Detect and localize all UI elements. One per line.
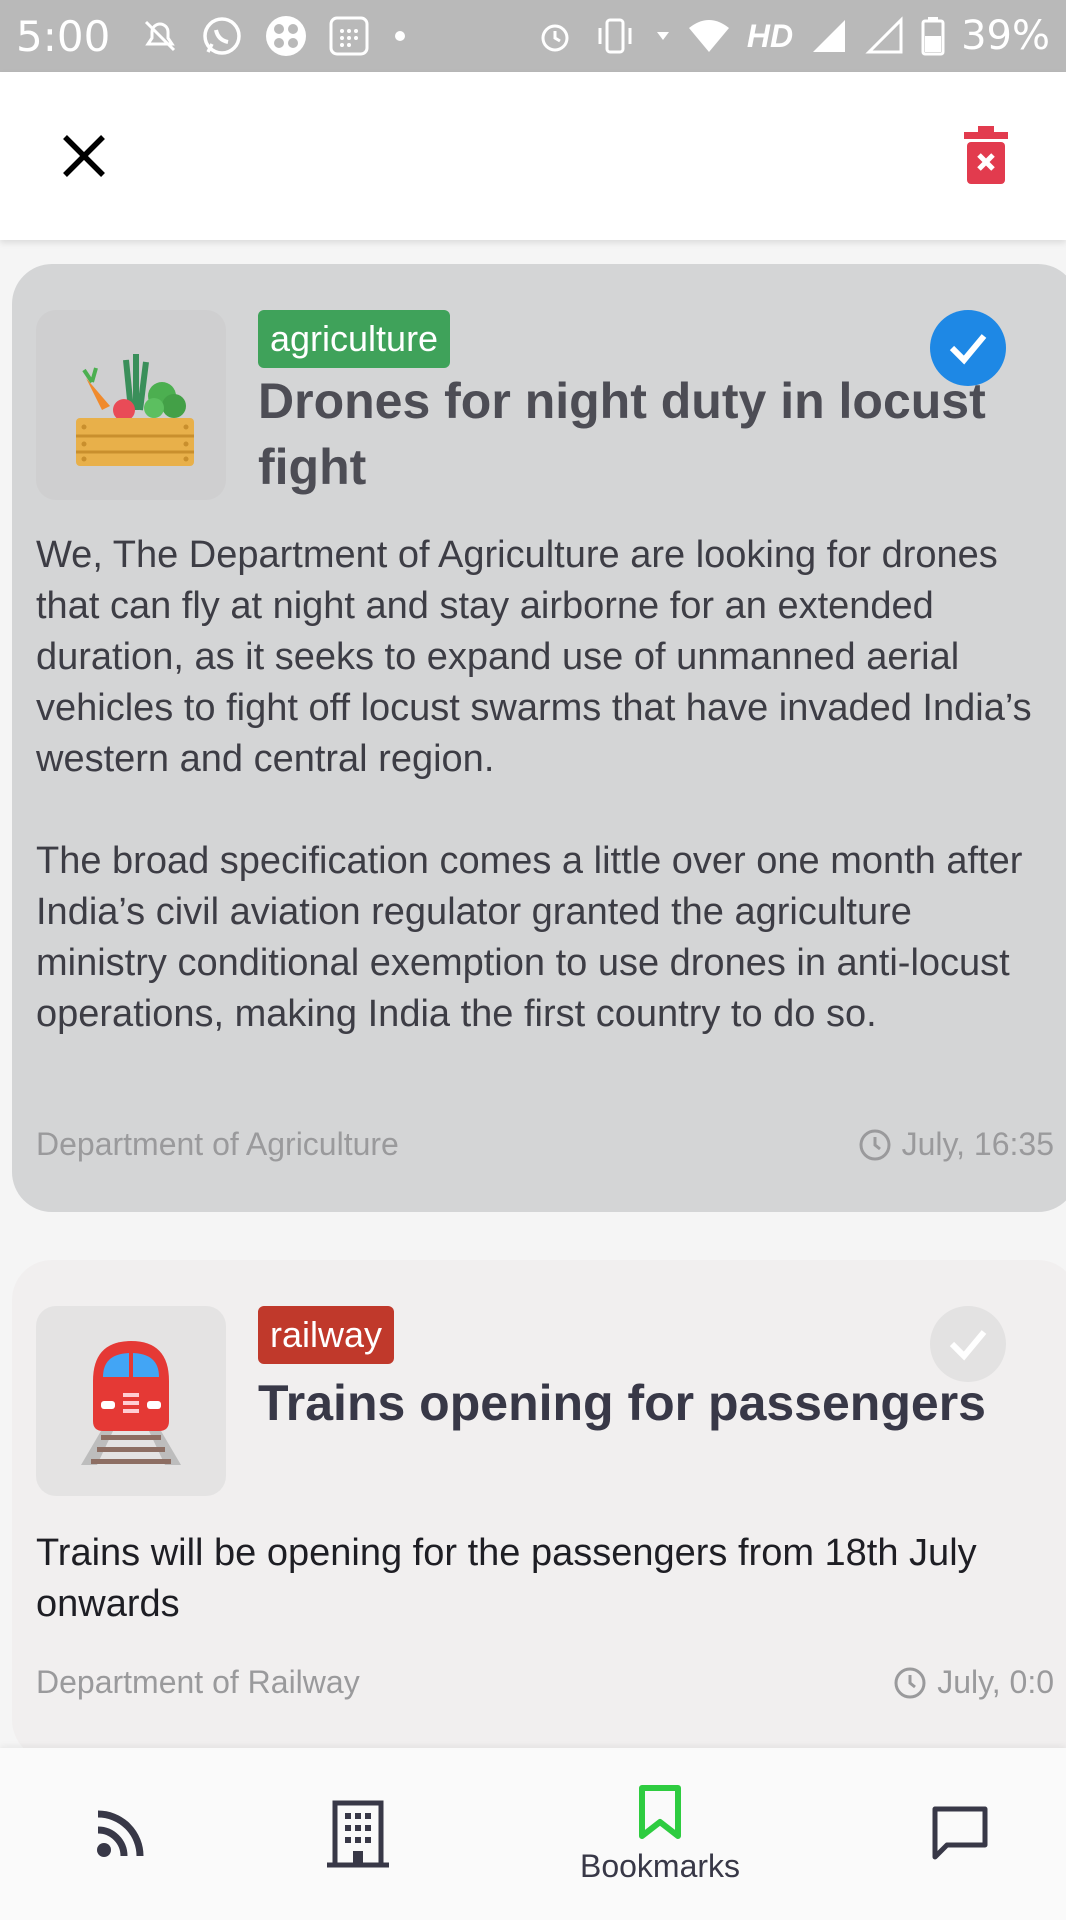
whatsapp-icon (203, 17, 242, 55)
card-thumbnail (36, 310, 226, 500)
card-body: We, The Department of Agriculture are lo… (36, 530, 1046, 1040)
bookmark-card[interactable]: railway Trains opening for passengers Tr… (12, 1260, 1066, 1760)
data-arrow-icon (656, 32, 669, 40)
card-paragraph: Trains will be opening for the passenger… (36, 1532, 977, 1625)
vegetable-crate-icon (76, 354, 194, 466)
card-source: Department of Railway (36, 1664, 360, 1700)
train-icon (81, 1341, 181, 1465)
wifi-icon (688, 20, 729, 52)
card-title: Trains opening for passengers (258, 1375, 986, 1431)
notifications-off-icon (145, 20, 176, 52)
nav-messages[interactable] (920, 1748, 1000, 1920)
category-tag: railway (258, 1306, 395, 1364)
delete-bookmarks-button[interactable] (942, 112, 1030, 200)
card-time: July, 0:0 (937, 1664, 1054, 1700)
card-thumbnail (36, 1306, 226, 1496)
notification-icons (140, 14, 410, 58)
card-footer: Department of Agriculture July, 16:35 (36, 1126, 1054, 1163)
app-grid-icon (266, 16, 307, 56)
building-icon (327, 1800, 389, 1868)
card-source: Department of Agriculture (36, 1126, 399, 1162)
battery-icon (921, 17, 945, 56)
card-body: Trains will be opening for the passenger… (36, 1528, 1046, 1630)
category-tag: agriculture (258, 310, 451, 368)
rss-feed-icon (97, 1810, 144, 1857)
network-type-label: HD (746, 17, 794, 54)
nav-bookmarks[interactable]: Bookmarks (560, 1748, 760, 1920)
clock-icon (859, 1129, 891, 1160)
nav-bookmarks-label: Bookmarks (579, 1847, 741, 1884)
clock-icon (894, 1667, 926, 1698)
select-checkbox[interactable] (930, 1306, 1006, 1382)
nav-feed[interactable] (80, 1748, 160, 1920)
bookmark-card[interactable]: agriculture Drones for night duty in loc… (12, 264, 1066, 1212)
card-time: July, 16:35 (901, 1126, 1054, 1162)
delete-bookmark-icon (964, 126, 1008, 184)
card-time-wrap: July, 0:0 (893, 1664, 1054, 1701)
system-icons: HD 39% (535, 13, 1050, 59)
card-title: Drones for night duty in locust fight (258, 373, 986, 495)
card-footer: Department of Railway July, 0:0 (36, 1664, 1054, 1701)
dot-icon (395, 31, 406, 41)
checkmark-icon (949, 1330, 987, 1361)
vibrate-icon (598, 18, 632, 54)
select-checkbox[interactable] (930, 310, 1006, 386)
status-time: 5:00 (16, 11, 111, 61)
card-time-wrap: July, 16:35 (858, 1126, 1054, 1163)
calculator-icon (329, 16, 369, 56)
bottom-navigation: Bookmarks (0, 1748, 1066, 1920)
alarm-icon (541, 24, 569, 52)
top-app-bar (0, 72, 1066, 240)
status-bar: 5:00 HD 39% (0, 0, 1066, 72)
battery-percent: 39% (961, 13, 1050, 59)
card-paragraph: We, The Department of Agriculture are lo… (36, 534, 1032, 780)
card-paragraph: The broad specification comes a little o… (36, 840, 1023, 1035)
checkmark-icon (949, 334, 987, 365)
close-icon (63, 135, 105, 177)
nav-departments[interactable] (318, 1748, 398, 1920)
bookmark-icon (639, 1784, 681, 1839)
chat-icon (932, 1806, 988, 1860)
signal-icon (813, 20, 846, 52)
signal-empty-icon (865, 16, 903, 54)
close-button[interactable] (40, 112, 128, 200)
